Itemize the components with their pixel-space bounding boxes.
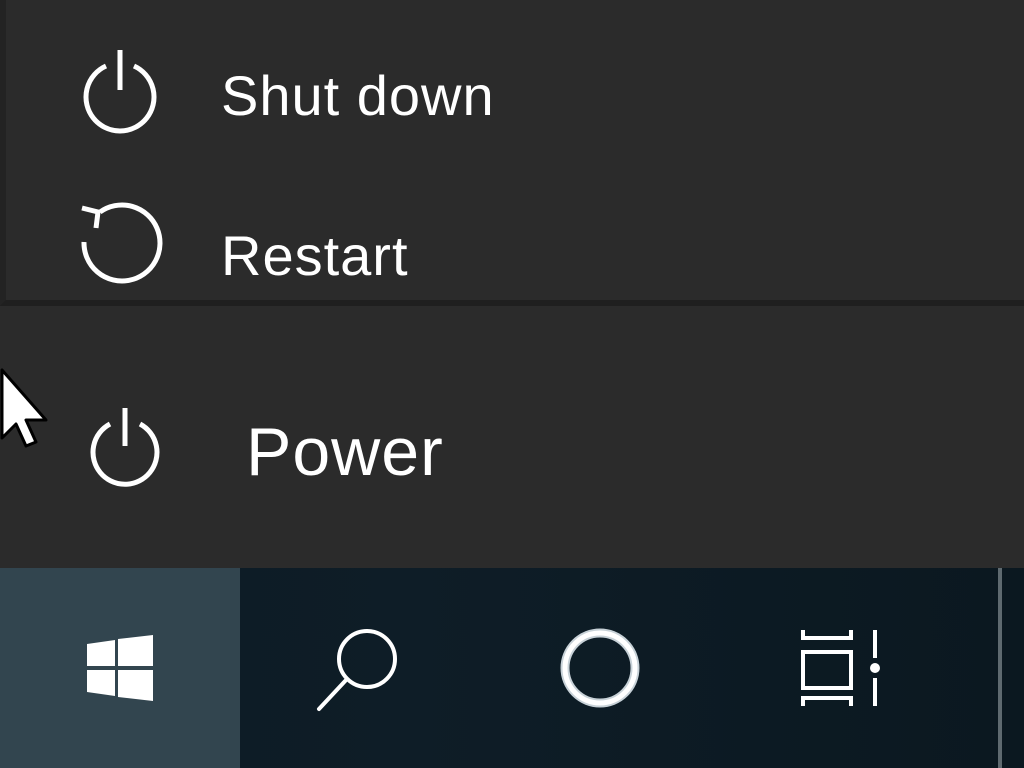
search-icon [317,629,397,711]
taskbar [0,568,1024,768]
restart-icon [81,202,163,284]
taskbar-divider [998,568,1002,768]
shut-down-menu-item[interactable]: Shut down [6,20,1024,170]
cortana-ring-icon [560,628,640,708]
cortana-button[interactable] [480,568,720,768]
shut-down-label: Shut down [221,64,495,127]
mouse-pointer-icon [0,368,48,448]
restart-label: Restart [221,224,409,287]
power-label: Power [246,414,444,490]
windows-logo-icon [87,635,153,701]
start-button[interactable] [0,568,240,768]
task-view-button[interactable] [720,568,960,768]
desktop-screen: Shut down Restart Power [0,0,1024,768]
power-options-flyout: Shut down Restart [0,0,1024,306]
task-view-icon [801,630,880,706]
search-button[interactable] [240,568,480,768]
power-button[interactable]: Power [0,306,1024,568]
power-icon [83,50,157,134]
power-icon [90,408,160,487]
